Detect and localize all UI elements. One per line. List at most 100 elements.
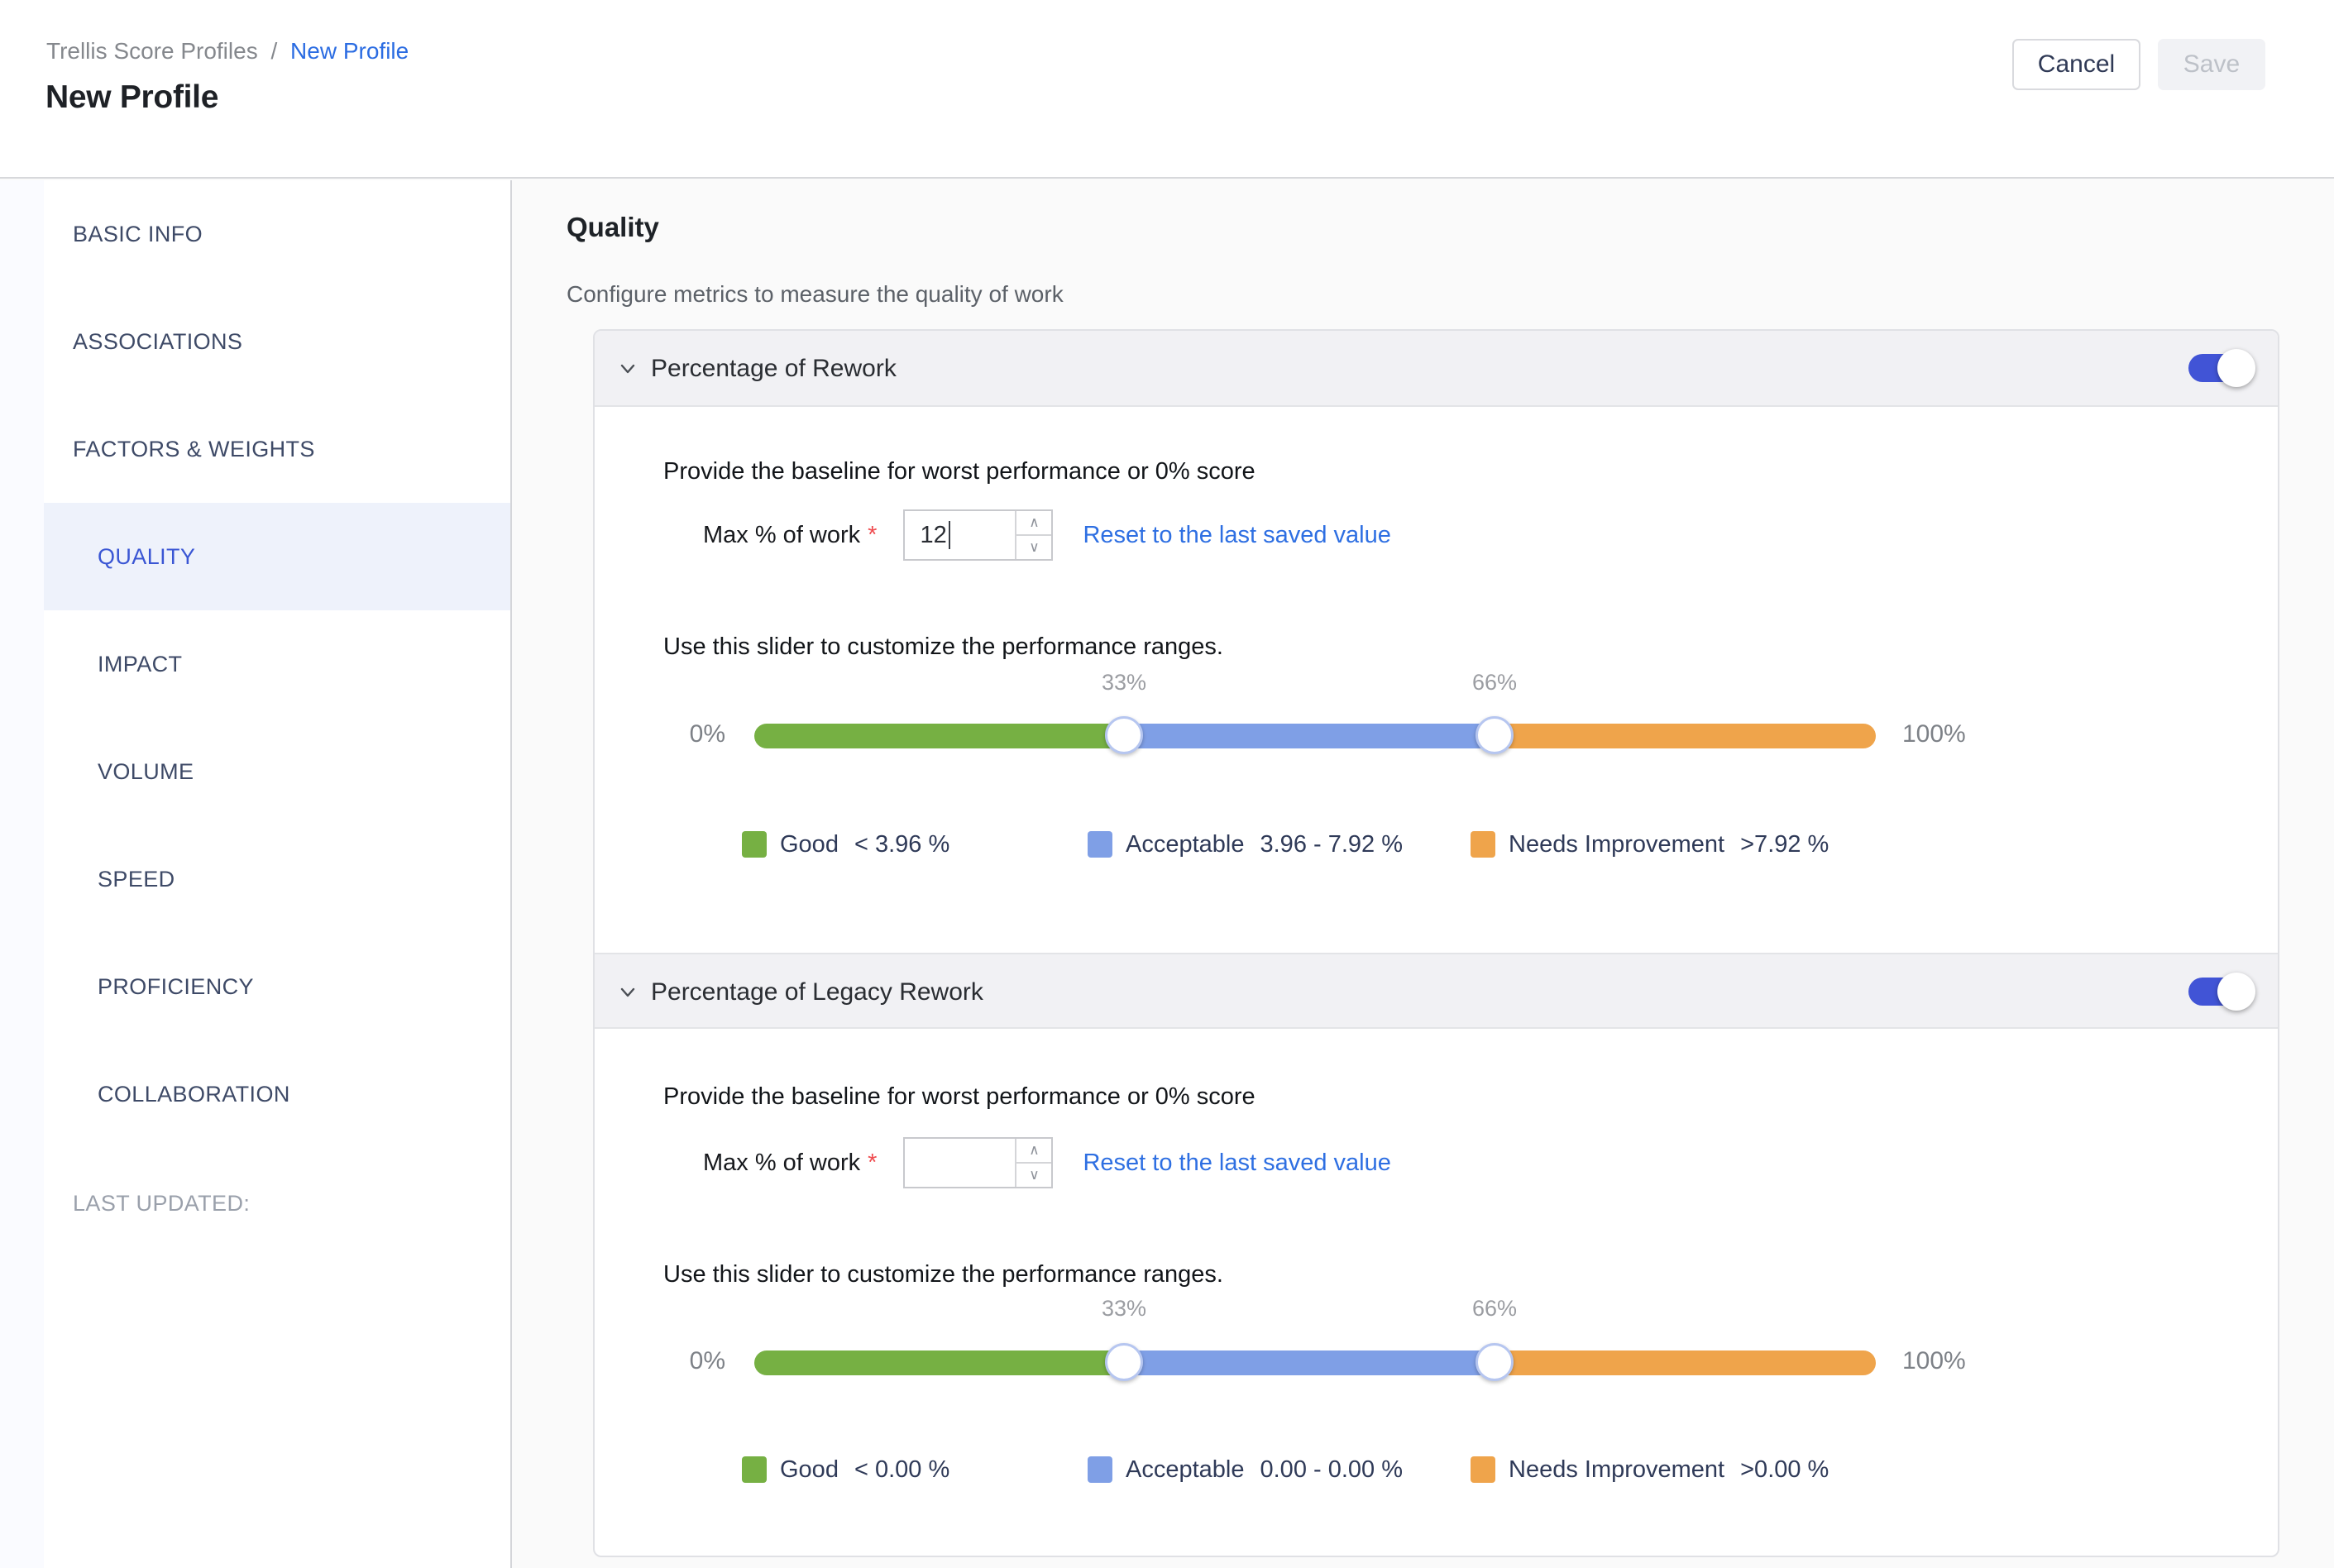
cancel-button[interactable]: Cancel [2012, 39, 2140, 90]
chevron-down-icon: ∨ [1029, 539, 1039, 556]
metric-toggle[interactable] [2188, 354, 2253, 382]
slider-min-label: 0% [626, 720, 725, 748]
number-spinner: ∧ ∨ [1015, 511, 1051, 559]
section-header-percentage-of-legacy-rework[interactable]: Percentage of Legacy Rework [595, 953, 2278, 1029]
slider-segment-needs-improvement [1495, 1350, 1876, 1375]
legend-label: Needs Improvement [1509, 831, 1724, 858]
legend-item-acceptable: Acceptable 3.96 - 7.92 % [1088, 830, 1403, 858]
spinner-up-button[interactable]: ∧ [1016, 1139, 1051, 1162]
legend-label: Acceptable [1126, 831, 1245, 858]
section-title: Percentage of Legacy Rework [651, 954, 983, 1030]
slider-handle-66[interactable] [1475, 1343, 1514, 1381]
sidebar-nav: BASIC INFO ASSOCIATIONS FACTORS & WEIGHT… [44, 180, 512, 1568]
input-value: 12 [920, 522, 946, 549]
sidebar-item-volume[interactable]: VOLUME [44, 718, 510, 825]
section-header-percentage-of-rework[interactable]: Percentage of Rework [595, 331, 2278, 407]
toggle-knob [2217, 349, 2255, 387]
required-asterisk: * [868, 1150, 877, 1177]
legend-item-good: Good < 3.96 % [742, 830, 949, 858]
range-slider[interactable] [754, 724, 1876, 748]
legend-value: >0.00 % [1740, 1456, 1829, 1484]
text-caret [949, 521, 950, 549]
max-work-label: Max % of work [703, 522, 860, 549]
legend-item-acceptable: Acceptable 0.00 - 0.00 % [1088, 1456, 1403, 1484]
legend-label: Needs Improvement [1509, 1456, 1724, 1484]
legend-value: < 0.00 % [854, 1456, 949, 1484]
metric-toggle[interactable] [2188, 978, 2253, 1006]
breadcrumb-separator: / [270, 38, 277, 64]
legend-item-needs-improvement: Needs Improvement >7.92 % [1471, 830, 1829, 858]
legend-swatch-needs-improvement [1471, 1456, 1495, 1483]
left-gutter [0, 180, 44, 1568]
quality-metrics-card: Percentage of Rework Provide the baselin… [593, 329, 2279, 1557]
sidebar-item-label: BASIC INFO [73, 222, 203, 247]
legend-value: >7.92 % [1740, 831, 1829, 858]
sidebar-item-label: SPEED [98, 867, 175, 892]
legend-swatch-good [742, 831, 767, 858]
spinner-up-button[interactable]: ∧ [1016, 511, 1051, 534]
slider-segment-needs-improvement [1495, 724, 1876, 748]
legend-label: Good [780, 831, 839, 858]
slider-handle-66[interactable] [1475, 716, 1514, 754]
baseline-field-row: Max % of work * 12 ∧ ∨ Reset to the last… [703, 509, 1391, 562]
number-spinner: ∧ ∨ [1015, 1139, 1051, 1187]
slider-segment-acceptable [1124, 724, 1494, 748]
chevron-up-icon: ∧ [1029, 1142, 1039, 1159]
sidebar-item-label: IMPACT [98, 652, 182, 677]
chevron-up-icon: ∧ [1029, 514, 1039, 531]
slider-segment-good [754, 724, 1124, 748]
sidebar-item-collaboration[interactable]: COLLABORATION [44, 1040, 510, 1148]
reset-link[interactable]: Reset to the last saved value [1083, 522, 1390, 549]
max-work-input[interactable]: 12 ∧ ∨ [903, 509, 1053, 561]
legend-swatch-acceptable [1088, 831, 1112, 858]
breadcrumb: Trellis Score Profiles / New Profile [46, 38, 409, 65]
required-asterisk: * [868, 522, 877, 549]
slider-segment-good [754, 1350, 1124, 1375]
legend-swatch-good [742, 1456, 767, 1483]
sidebar-item-label: FACTORS & WEIGHTS [73, 437, 315, 462]
legend-value: < 3.96 % [854, 831, 949, 858]
slider-handle-33[interactable] [1105, 1343, 1143, 1381]
range-slider[interactable] [754, 1350, 1876, 1375]
spinner-down-button[interactable]: ∨ [1016, 1162, 1051, 1187]
slider-heading: Use this slider to customize the perform… [663, 632, 1223, 662]
handle-label-66: 66% [1437, 670, 1552, 696]
sidebar-item-label: ASSOCIATIONS [73, 329, 242, 355]
legend-value: 0.00 - 0.00 % [1260, 1456, 1404, 1484]
save-button[interactable]: Save [2158, 39, 2265, 90]
sidebar-item-quality[interactable]: QUALITY [44, 503, 510, 610]
sidebar-item-factors-weights[interactable]: FACTORS & WEIGHTS [44, 395, 510, 503]
legend-label: Good [780, 1456, 839, 1484]
slider-max-label: 100% [1902, 1347, 1966, 1375]
spinner-down-button[interactable]: ∨ [1016, 534, 1051, 559]
handle-label-33: 33% [1066, 670, 1182, 696]
sidebar-item-label: COLLABORATION [98, 1082, 290, 1107]
chevron-down-icon[interactable] [615, 356, 640, 381]
sidebar-item-basic-info[interactable]: BASIC INFO [44, 180, 510, 288]
chevron-down-icon: ∨ [1029, 1167, 1039, 1183]
sidebar-item-speed[interactable]: SPEED [44, 825, 510, 933]
slider-heading: Use this slider to customize the perform… [663, 1260, 1223, 1289]
legend-swatch-needs-improvement [1471, 831, 1495, 858]
legend-label: Acceptable [1126, 1456, 1245, 1484]
slider-handle-33[interactable] [1105, 716, 1143, 754]
slider-segment-acceptable [1124, 1350, 1494, 1375]
sidebar-item-proficiency[interactable]: PROFICIENCY [44, 933, 510, 1040]
sidebar-item-associations[interactable]: ASSOCIATIONS [44, 288, 510, 395]
reset-link[interactable]: Reset to the last saved value [1083, 1150, 1390, 1177]
chevron-down-icon[interactable] [615, 980, 640, 1005]
sidebar-item-impact[interactable]: IMPACT [44, 610, 510, 718]
main-panel: Quality Configure metrics to measure the… [514, 180, 2334, 1568]
page-header: Trellis Score Profiles / New Profile New… [0, 0, 2334, 179]
slider-max-label: 100% [1902, 720, 1966, 748]
baseline-heading: Provide the baseline for worst performan… [663, 1082, 1255, 1111]
breadcrumb-current-link[interactable]: New Profile [290, 38, 409, 64]
breadcrumb-parent-link[interactable]: Trellis Score Profiles [46, 38, 258, 64]
max-work-input[interactable]: ∧ ∨ [903, 1137, 1053, 1188]
sidebar-item-label: PROFICIENCY [98, 974, 254, 1000]
toggle-knob [2217, 973, 2255, 1011]
handle-label-33: 33% [1066, 1296, 1182, 1322]
section-page-title: Quality [567, 212, 659, 243]
max-work-label: Max % of work [703, 1150, 860, 1177]
sidebar-item-label: VOLUME [98, 759, 194, 785]
